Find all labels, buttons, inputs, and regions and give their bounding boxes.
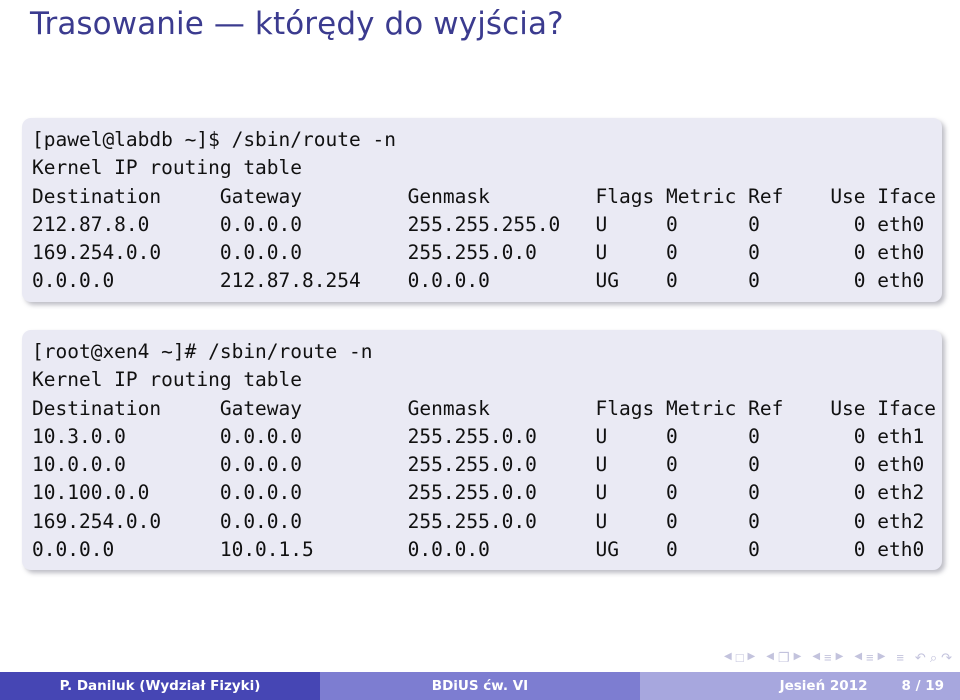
footer-right-section: Jesień 2012 8 / 19 — [640, 672, 960, 700]
frame-icon[interactable]: ❐ — [778, 651, 790, 664]
beamer-navigation-bar[interactable]: ◀ □ ▶ ◀ ❐ ▶ ◀ ≡ ▶ ◀ ≡ ▶ ≡ ↶ ⌕ ↷ — [724, 646, 952, 668]
search-icon[interactable]: ⌕ — [930, 651, 937, 664]
slide-footer: P. Daniluk (Wydział Fizyki) BDiUS ćw. VI… — [0, 672, 960, 700]
nav-group-slide[interactable]: ◀ □ ▶ — [724, 651, 755, 664]
table-row: 10.100.0.0 0.0.0.0 255.255.0.0 U 0 0 0 e… — [32, 481, 925, 505]
next-frame-icon[interactable]: ▶ — [794, 652, 802, 662]
table-row: 169.254.0.0 0.0.0.0 255.255.0.0 U 0 0 0 … — [32, 509, 925, 533]
nav-group-section[interactable]: ◀ ≡ ▶ — [854, 651, 885, 664]
table-row: 0.0.0.0 10.0.1.5 0.0.0.0 UG 0 0 0 eth0 — [32, 538, 925, 562]
table-of-contents-icon[interactable]: ≡ — [896, 651, 904, 664]
forward-icon[interactable]: ↷ — [941, 651, 952, 664]
previous-frame-icon[interactable]: ◀ — [766, 652, 774, 662]
table-row: 212.87.8.0 0.0.0.0 255.255.255.0 U 0 0 0… — [32, 212, 925, 236]
footer-author: P. Daniluk (Wydział Fizyki) — [0, 672, 320, 700]
code-line-prompt: [pawel@labdb ~]$ /sbin/route -n — [32, 128, 396, 151]
previous-section-icon[interactable]: ◀ — [854, 652, 862, 662]
nav-group-frame[interactable]: ◀ ❐ ▶ — [766, 651, 801, 664]
table-row: 10.3.0.0 0.0.0.0 255.255.0.0 U 0 0 0 eth… — [32, 424, 925, 448]
footer-date: Jesień 2012 — [779, 678, 868, 694]
previous-slide-icon[interactable]: ◀ — [724, 652, 732, 662]
slide-icon[interactable]: □ — [736, 651, 744, 664]
nav-group-history[interactable]: ↶ ⌕ ↷ — [915, 651, 952, 664]
code-line-caption: Kernel IP routing table — [32, 368, 303, 392]
table-row: 169.254.0.0 0.0.0.0 255.255.0.0 U 0 0 0 … — [32, 241, 925, 265]
code-line-caption: Kernel IP routing table — [32, 156, 303, 180]
code-line-table-header: Destination Gateway Genmask Flags Metric… — [32, 184, 936, 208]
next-subsection-icon[interactable]: ▶ — [836, 652, 844, 662]
table-row: 0.0.0.0 212.87.8.254 0.0.0.0 UG 0 0 0 et… — [32, 269, 925, 293]
code-line-prompt: [root@xen4 ~]# /sbin/route -n — [32, 340, 373, 363]
next-slide-icon[interactable]: ▶ — [748, 652, 756, 662]
code-line-table-header: Destination Gateway Genmask Flags Metric… — [32, 396, 936, 420]
nav-group-subsection[interactable]: ◀ ≡ ▶ — [812, 651, 843, 664]
table-row: 10.0.0.0 0.0.0.0 255.255.0.0 U 0 0 0 eth… — [32, 453, 925, 477]
subsection-icon[interactable]: ≡ — [824, 651, 832, 664]
back-icon[interactable]: ↶ — [915, 651, 926, 664]
previous-subsection-icon[interactable]: ◀ — [812, 652, 820, 662]
nav-group-toc[interactable]: ≡ — [896, 651, 904, 664]
code-block-routing-table-labdb: [pawel@labdb ~]$ /sbin/route -n Kernel I… — [22, 118, 942, 302]
footer-page-number: 8 / 19 — [901, 678, 944, 694]
next-section-icon[interactable]: ▶ — [878, 652, 886, 662]
page-title: Trasowanie — którędy do wyjścia? — [30, 6, 564, 42]
section-icon[interactable]: ≡ — [866, 651, 874, 664]
footer-course: BDiUS ćw. VI — [320, 672, 640, 700]
code-block-routing-table-xen4: [root@xen4 ~]# /sbin/route -n Kernel IP … — [22, 330, 942, 571]
